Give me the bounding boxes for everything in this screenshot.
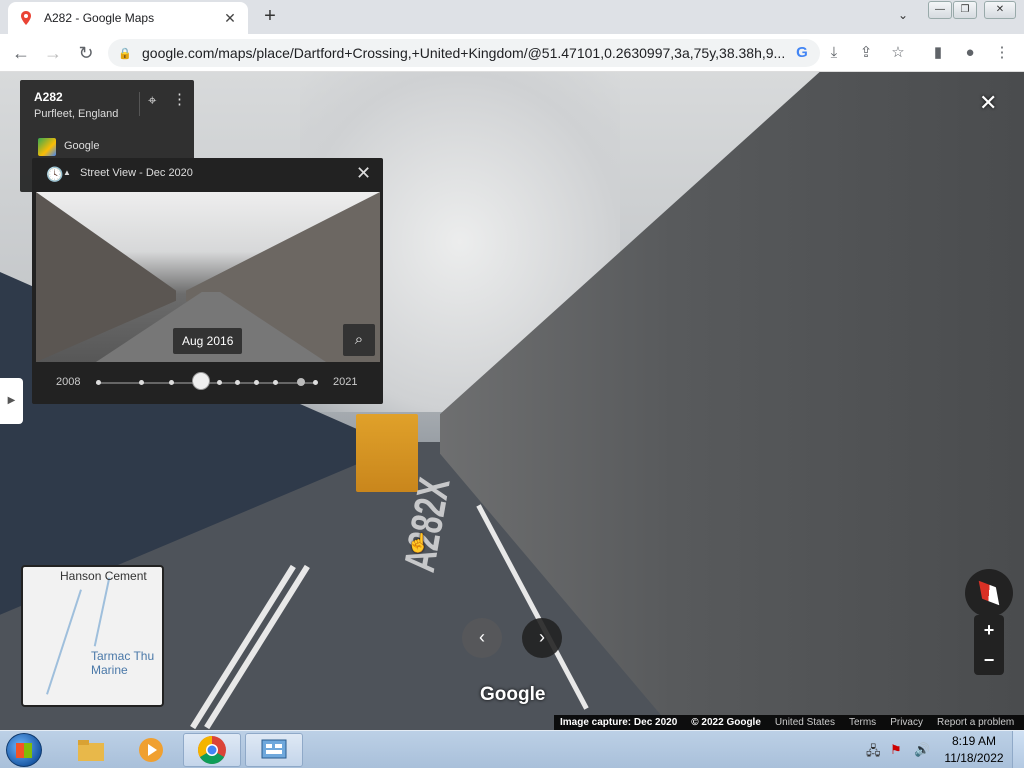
taskbar-control-panel[interactable] <box>245 733 303 767</box>
taskbar-date[interactable]: 11/18/2022 <box>944 751 1004 765</box>
timeline-stop[interactable] <box>96 380 101 385</box>
history-clock-icon[interactable]: 🕓 <box>46 166 63 183</box>
url-text: google.com/maps/place/Dartford+Crossing,… <box>142 45 786 61</box>
new-tab-button[interactable]: + <box>258 5 282 29</box>
map-pin-icon[interactable]: ⌖ <box>148 92 156 109</box>
taskbar: 🖧 ⚑ 🔊 8:19 AM 11/18/2022 <box>0 730 1024 768</box>
action-center-icon[interactable]: ⚑ <box>890 742 902 758</box>
time-travel-title: Street View - Dec 2020 <box>80 167 193 179</box>
timeline-stop-current[interactable] <box>297 378 305 386</box>
timeline-stop[interactable] <box>235 380 240 385</box>
image-capture-date: Image capture: Dec 2020 <box>560 717 678 728</box>
timeline-slider-knob[interactable] <box>192 372 210 390</box>
timeline-stop[interactable] <box>139 380 144 385</box>
start-button[interactable] <box>6 733 42 767</box>
truck <box>356 414 418 492</box>
close-window-button[interactable]: ✕ <box>984 1 1016 19</box>
minimap-river <box>46 589 82 695</box>
volume-icon[interactable]: 🔊 <box>914 742 930 758</box>
timeline-end-year: 2021 <box>333 376 358 388</box>
minimap[interactable]: Hanson Cement Tarmac Thu Marine <box>21 565 164 707</box>
tab-google-maps[interactable]: A282 - Google Maps ✕ <box>8 2 248 34</box>
timeline-stop[interactable] <box>217 380 222 385</box>
maps-footer: Image capture: Dec 2020 © 2022 Google Un… <box>554 715 1024 730</box>
google-maps-icon <box>21 11 31 25</box>
close-tab-icon[interactable]: ✕ <box>222 10 238 27</box>
magnify-icon[interactable]: ⌕ <box>343 324 375 356</box>
location-name: A282 <box>34 90 63 104</box>
close-icon[interactable]: ✕ <box>356 163 371 184</box>
taskbar-chrome[interactable] <box>183 733 241 767</box>
location-address: Purfleet, England <box>34 108 119 120</box>
taskbar-media-player[interactable] <box>122 733 180 767</box>
time-travel-header: 🕓 ▲ Street View - Dec 2020 ✕ <box>32 158 383 190</box>
hand-cursor-icon: ☝ <box>407 533 430 553</box>
timeline-start-year: 2008 <box>56 376 81 388</box>
minimap-label-hanson: Hanson Cement <box>60 569 147 583</box>
network-icon[interactable]: 🖧 <box>866 742 881 764</box>
timeline-stop[interactable] <box>313 380 318 385</box>
windows-logo-icon <box>16 743 32 758</box>
control-panel-icon <box>261 739 287 759</box>
show-desktop-button[interactable] <box>1012 731 1024 768</box>
google-lens-icon[interactable]: G <box>790 41 814 65</box>
google-contributor-icon <box>38 138 56 156</box>
minimap-river <box>93 577 111 647</box>
minimap-label-line1: Tarmac Thu <box>91 649 155 663</box>
taskbar-time[interactable]: 8:19 AM <box>944 734 1004 748</box>
tab-title: A282 - Google Maps <box>44 11 155 25</box>
google-watermark: Google <box>480 684 546 705</box>
timeline-stop[interactable] <box>273 380 278 385</box>
taskbar-explorer[interactable] <box>62 733 120 767</box>
caret-up-icon[interactable]: ▲ <box>63 168 71 177</box>
timeline-stop[interactable] <box>169 380 174 385</box>
media-player-icon <box>139 738 163 762</box>
restore-button[interactable]: ❐ <box>953 1 977 19</box>
back-icon[interactable]: ← <box>9 41 33 65</box>
chevron-right-icon[interactable]: › <box>522 618 562 658</box>
compass-needle <box>972 575 1006 611</box>
bookmark-star-icon[interactable]: ☆ <box>886 41 910 65</box>
minimap-label-line2: Marine <box>91 663 128 677</box>
lock-icon: 🔒 <box>118 47 132 60</box>
contributor-label[interactable]: Google <box>64 140 99 152</box>
menu-kebab-icon[interactable]: ⋮ <box>990 41 1014 65</box>
browser-toolbar: ← → ↻ 🔒 google.com/maps/place/Dartford+C… <box>0 34 1024 72</box>
time-travel-panel: 🕓 ▲ Street View - Dec 2020 ✕ Aug 2016 ⌕ … <box>32 158 383 404</box>
divider <box>139 92 140 116</box>
copyright-text: © 2022 Google <box>691 717 761 728</box>
forward-icon[interactable]: → <box>41 41 65 65</box>
folder-icon <box>78 740 104 761</box>
share-icon[interactable]: ⇪ <box>854 41 878 65</box>
chevron-left-icon[interactable]: ‹ <box>462 618 502 658</box>
preview-date-chip: Aug 2016 <box>173 328 243 354</box>
terms-link[interactable]: Terms <box>849 717 876 728</box>
address-bar[interactable]: 🔒 google.com/maps/place/Dartford+Crossin… <box>108 39 820 67</box>
tab-strip: A282 - Google Maps ✕ + ⌄ — ❐ ✕ <box>0 0 1024 34</box>
chrome-icon <box>198 736 226 764</box>
more-options-icon[interactable]: ⋮ <box>172 90 187 108</box>
zoom-out-icon[interactable]: − <box>974 645 1004 675</box>
reload-icon[interactable]: ↻ <box>74 41 98 65</box>
region-link[interactable]: United States <box>775 717 835 728</box>
zoom-in-icon[interactable]: + <box>974 615 1004 645</box>
profile-icon[interactable]: ● <box>958 41 982 65</box>
report-problem-link[interactable]: Report a problem <box>937 717 1014 728</box>
side-panel-icon[interactable]: ▮ <box>926 41 950 65</box>
timeline-stop[interactable] <box>254 380 259 385</box>
street-view-panorama[interactable]: A282X Google A282 Purfleet, England ⌖ ⋮ … <box>0 72 1024 730</box>
expand-side-panel-icon[interactable]: ▶ <box>0 378 23 424</box>
minimize-button[interactable]: — <box>928 1 952 19</box>
close-street-view-icon[interactable]: ✕ <box>979 90 997 116</box>
install-icon[interactable]: ⤓ <box>822 41 846 65</box>
privacy-link[interactable]: Privacy <box>890 717 923 728</box>
compass-icon[interactable] <box>965 569 1013 617</box>
tab-search-icon[interactable]: ⌄ <box>893 8 913 26</box>
minimap-label-tarmac: Tarmac Thu Marine <box>91 649 154 677</box>
zoom-controls: + − <box>974 615 1004 675</box>
